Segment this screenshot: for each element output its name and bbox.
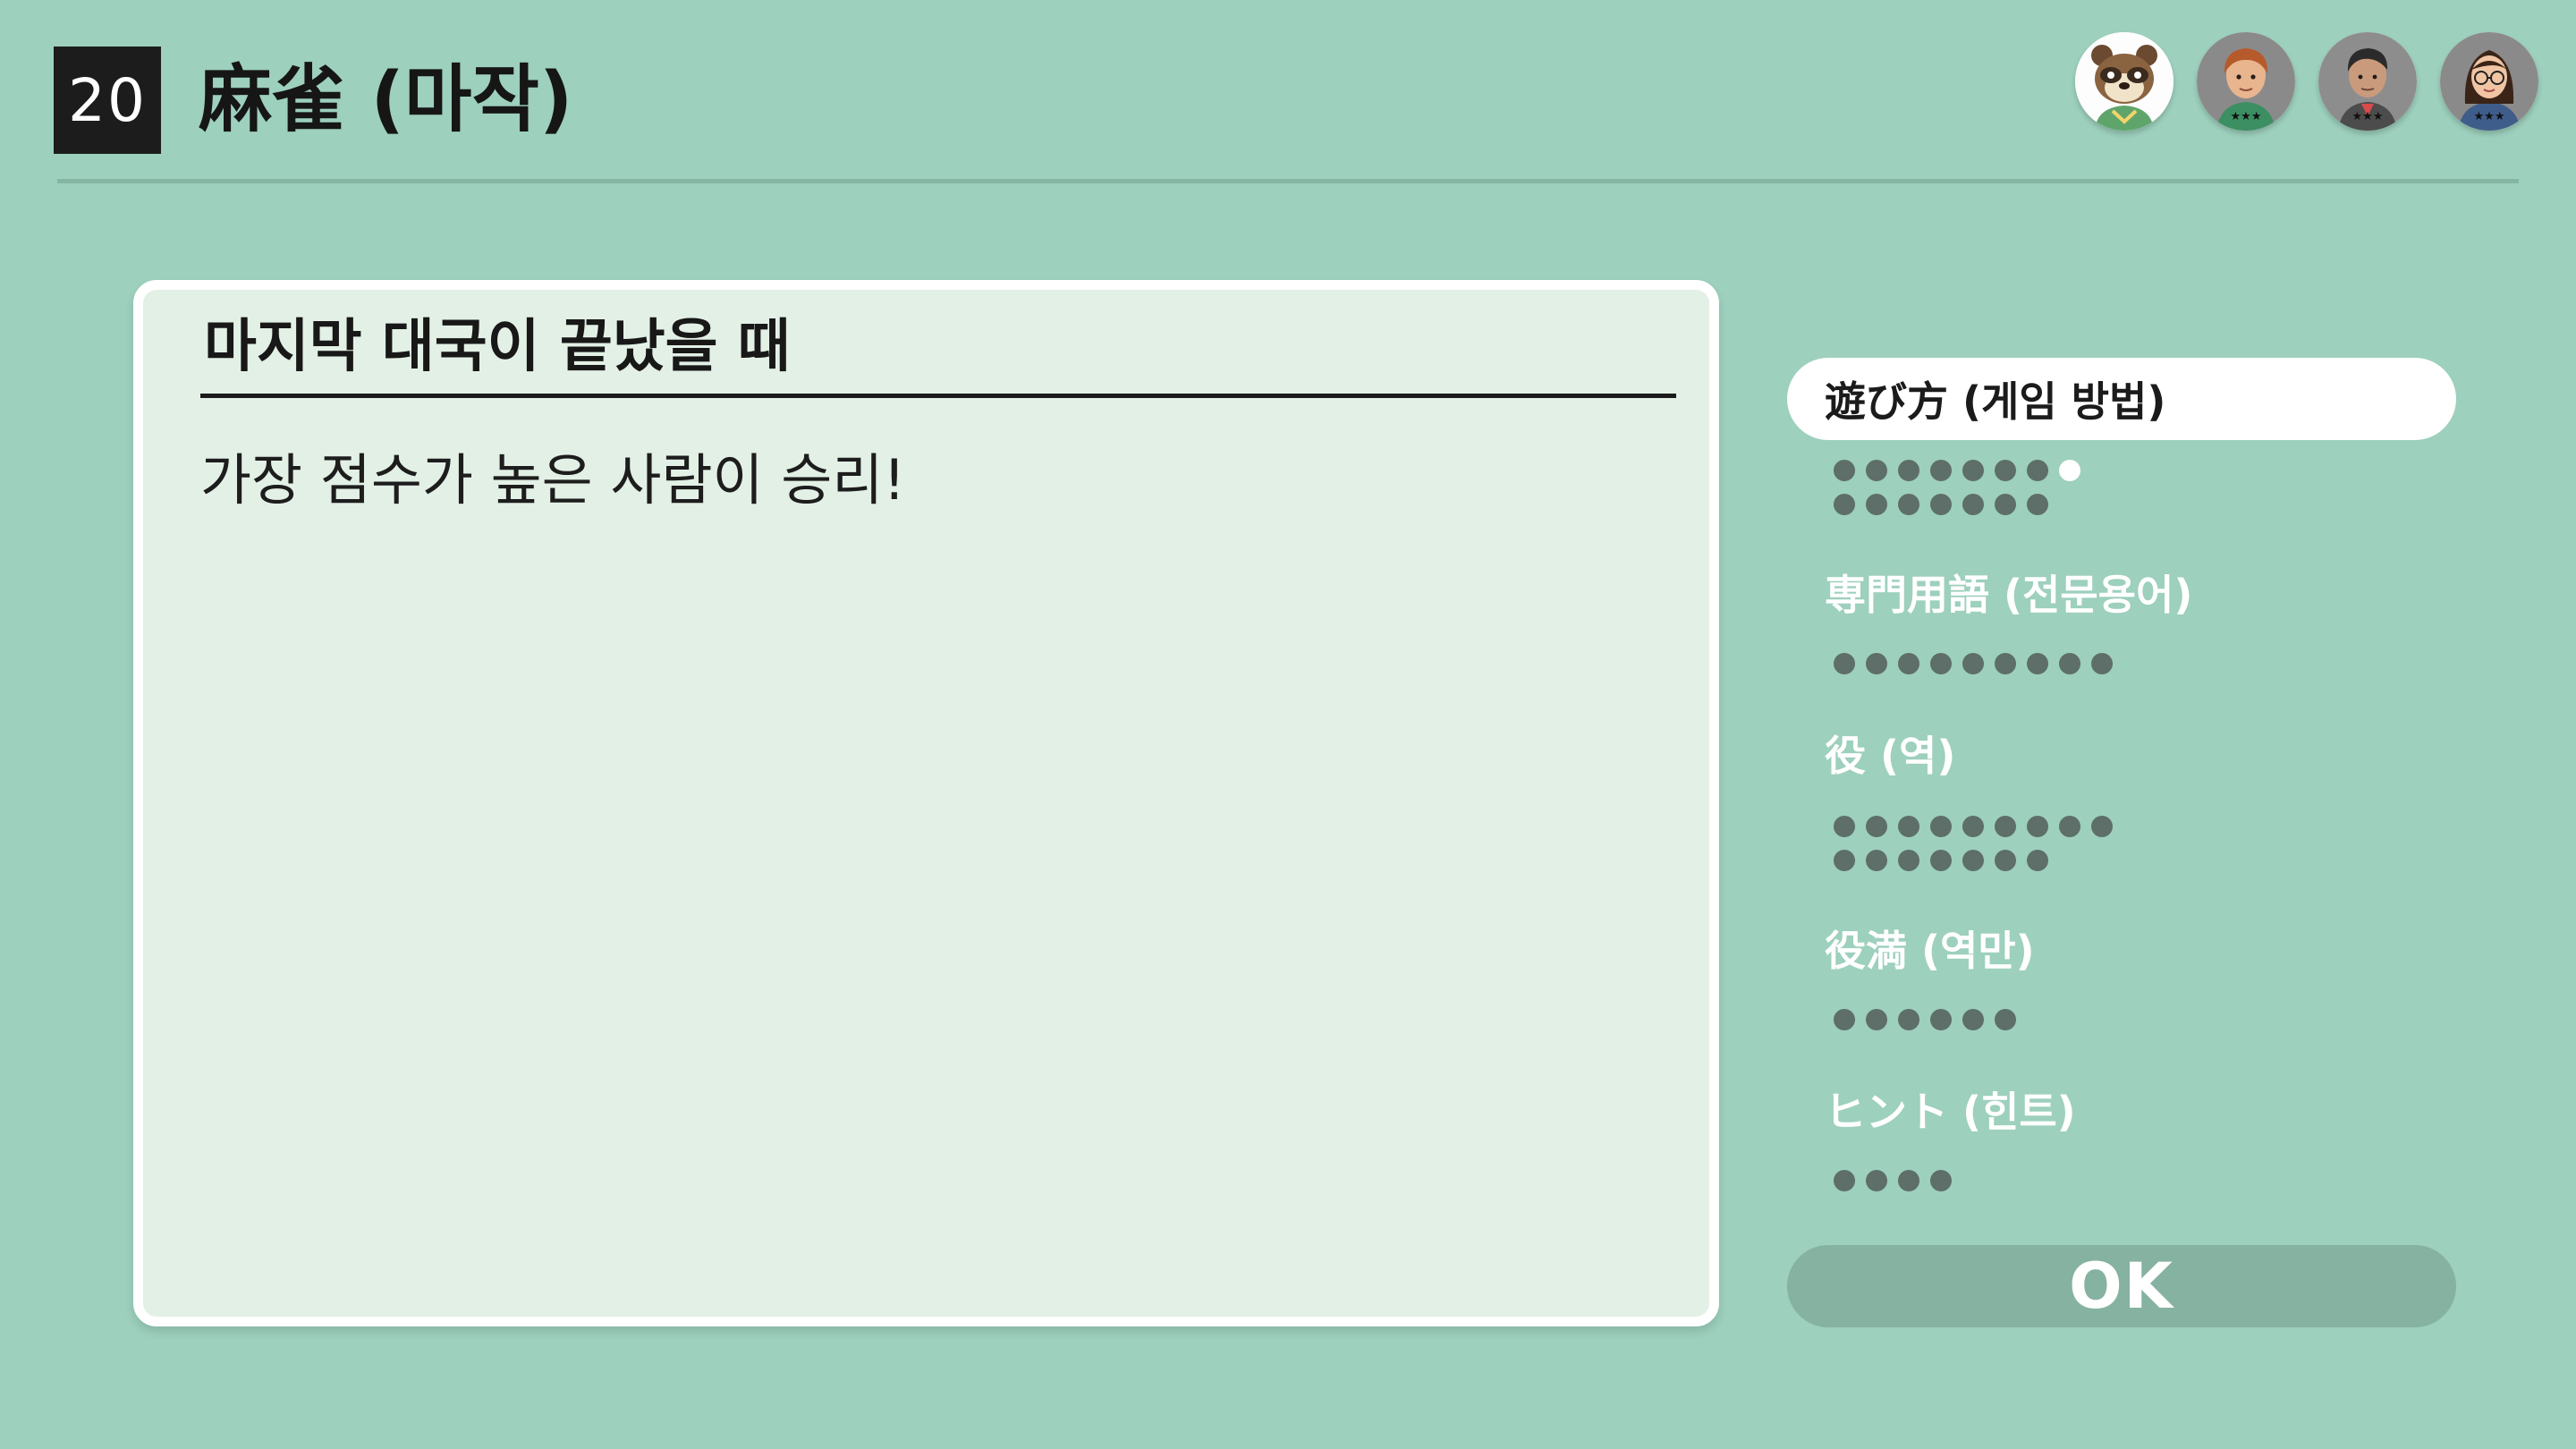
page-dot [1898,1170,1919,1191]
rules-menu: 遊び方 (게임 방법) 専門用語 (전문용어) 役 (역) 役満 (역만) ヒン… [1787,358,2456,1333]
game-number-badge: 20 [54,47,161,154]
player-avatar-3: ★★★ [2318,32,2417,131]
menu-tab-yakuman[interactable]: 役満 (역만) [1787,907,2456,989]
content-body-text: 가장 점수가 높은 사람이 승리! [200,447,906,513]
page-dot [1962,816,1984,837]
page-dot [1834,816,1855,837]
page-dot [1995,460,2016,481]
page-dot [1930,1170,1952,1191]
content-title: 마지막 대국이 끝났을 때 [204,314,791,380]
page-dot [1834,1170,1855,1191]
menu-tab-label: 役満 (역만) [1825,927,2035,975]
page-dot [2091,816,2113,837]
page-dot [1995,653,2016,674]
menu-tab-label: 専門用語 (전문용어) [1825,571,2193,619]
menu-tab-how-to-play[interactable]: 遊び方 (게임 방법) [1787,358,2456,440]
player-avatar-1 [2075,32,2174,131]
player-4-rank-stars: ★★★ [2474,110,2505,123]
content-card: 마지막 대국이 끝났을 때 가장 점수가 높은 사람이 승리! [133,280,1719,1326]
page-dot [1898,850,1919,871]
menu-tab-label: 遊び方 (게임 방법) [1825,377,2166,426]
page-dot [1930,1009,1952,1030]
page-dot [2027,653,2048,674]
player-avatar-2: ★★★ [2197,32,2295,131]
page-dot [1834,653,1855,674]
page-dot [1930,460,1952,481]
page-dot [1962,850,1984,871]
page-dot [1866,850,1887,871]
game-title: 麻雀 (마작) [199,57,573,142]
page-dot [1866,1009,1887,1030]
page-dot [2027,850,2048,871]
page-dot [1866,1170,1887,1191]
page-dot [1834,494,1855,515]
page-dot [1898,460,1919,481]
page-dot [1962,460,1984,481]
page-dot-current [2059,460,2080,481]
page-dot [1962,653,1984,674]
page-dot [1834,1009,1855,1030]
page-dot [2027,816,2048,837]
dark-haired-player-avatar-icon: ★★★ [2318,32,2417,131]
tanuki-villager-avatar-icon [2075,32,2174,131]
page-dot [1898,494,1919,515]
page-dot [1930,816,1952,837]
page-dot [1898,653,1919,674]
ok-button[interactable]: OK [1787,1245,2456,1327]
menu-tab-label: ヒント (힌트) [1825,1088,2076,1136]
menu-tab-label: 役 (역) [1825,732,1956,780]
player-2-rank-stars: ★★★ [2231,110,2262,123]
page-dot [2059,653,2080,674]
page-dot [1930,653,1952,674]
page-dot [1898,1009,1919,1030]
page-dot [1962,494,1984,515]
page-dot [1995,494,2016,515]
page-dot [1834,460,1855,481]
page-dot [1995,816,2016,837]
content-title-underline [200,394,1676,398]
page-dot [1995,1009,2016,1030]
red-haired-player-avatar-icon: ★★★ [2197,32,2295,131]
page-dot [1930,494,1952,515]
page-dot [2027,494,2048,515]
page-dot [1898,816,1919,837]
page-dot [2091,653,2113,674]
page-dot [1834,850,1855,871]
page-dot [1866,460,1887,481]
header-divider [57,179,2519,183]
page-dot [1930,850,1952,871]
page-dot [2059,816,2080,837]
player-avatar-4: ★★★ [2440,32,2538,131]
page-dot [1866,653,1887,674]
page-dot [1962,1009,1984,1030]
page-dot [1866,816,1887,837]
glasses-player-avatar-icon: ★★★ [2440,32,2538,131]
page-dot [1995,850,2016,871]
player-3-rank-stars: ★★★ [2352,110,2384,123]
menu-tab-hints[interactable]: ヒント (힌트) [1787,1068,2456,1150]
menu-tab-terminology[interactable]: 専門用語 (전문용어) [1787,551,2456,633]
page-dot [2027,460,2048,481]
page-dot [1866,494,1887,515]
menu-tab-yaku[interactable]: 役 (역) [1787,712,2456,794]
